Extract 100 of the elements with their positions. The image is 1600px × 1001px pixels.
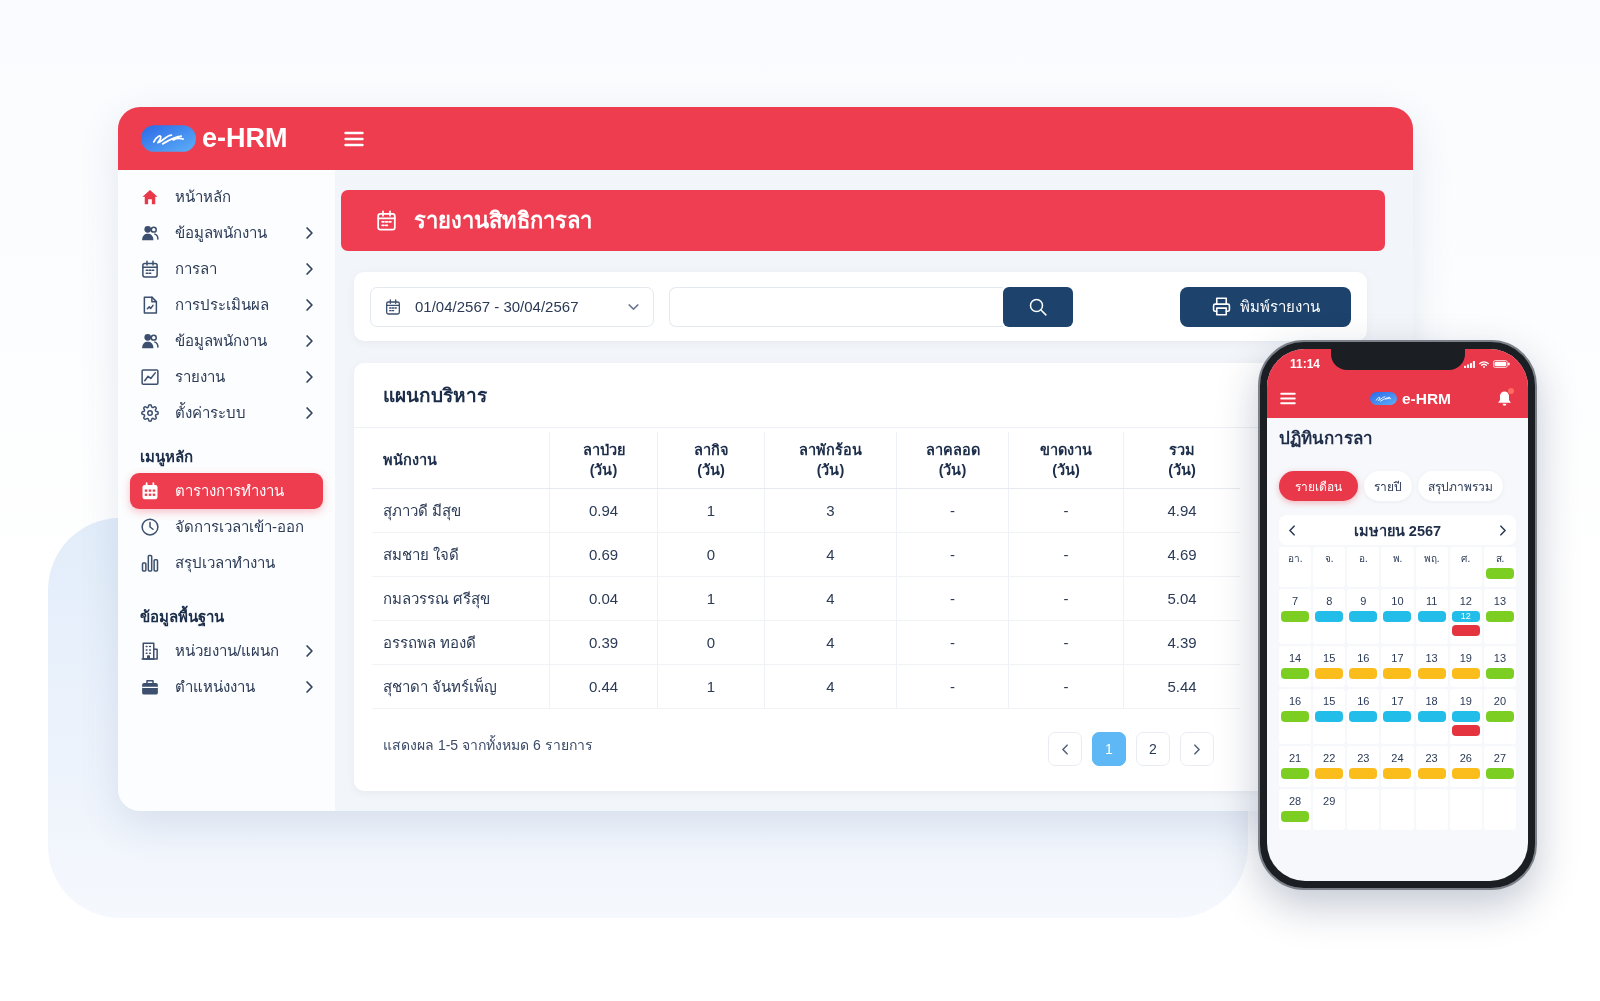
- table-cell: -: [896, 488, 1009, 533]
- chevron-right-icon: [1194, 743, 1200, 755]
- search-field[interactable]: [669, 286, 1003, 327]
- calendar-cell[interactable]: 21: [1279, 746, 1312, 787]
- sidebar-item[interactable]: ตำแหน่งงาน: [130, 669, 323, 705]
- day-number: 23: [1425, 751, 1438, 765]
- column-header: ขาดงาน (วัน): [1008, 432, 1124, 489]
- day-number: 16: [1357, 694, 1370, 708]
- settings-icon: [141, 404, 159, 422]
- day-number: 13: [1493, 651, 1507, 665]
- chevron-right-icon[interactable]: [1500, 524, 1506, 536]
- calendar-cell[interactable]: 13: [1483, 646, 1516, 687]
- tab[interactable]: รายเดือน: [1279, 471, 1358, 501]
- day-number: 15: [1323, 694, 1336, 708]
- day-number: 17: [1391, 694, 1404, 708]
- tab[interactable]: สรุปภาพรวม: [1418, 471, 1503, 501]
- calendar-cell[interactable]: 26: [1449, 746, 1482, 787]
- table-cell: -: [1008, 664, 1124, 709]
- calendar-cell[interactable]: 28: [1279, 789, 1312, 830]
- sidebar-item[interactable]: ข้อมูลพนักงาน: [130, 215, 323, 251]
- menu-icon[interactable]: [343, 130, 364, 147]
- calendar-cell[interactable]: 9: [1347, 589, 1380, 644]
- calendar-icon: [141, 482, 159, 500]
- sidebar-item[interactable]: จัดการเวลาเข้า-ออก: [130, 509, 323, 545]
- table-cell: 4: [764, 576, 897, 621]
- sidebar-item[interactable]: ตารางการทำงาน: [130, 473, 323, 509]
- column-header: ลากิจ (วัน): [657, 432, 765, 489]
- calendar-cell[interactable]: 19: [1449, 689, 1482, 744]
- calendar-cell[interactable]: 18: [1415, 689, 1448, 744]
- status-time: 11:14: [1290, 357, 1321, 371]
- chevron-left-icon[interactable]: [1289, 524, 1295, 536]
- calendar-cell[interactable]: 11: [1415, 589, 1448, 644]
- clock-icon: [141, 518, 159, 536]
- calendar-icon: [141, 260, 159, 278]
- calendar-cell[interactable]: 29: [1313, 789, 1346, 830]
- calendar-cell[interactable]: 16: [1279, 689, 1312, 744]
- calendar-cell[interactable]: 23: [1415, 746, 1448, 787]
- calendar-cell[interactable]: 22: [1313, 746, 1346, 787]
- calendar-cell[interactable]: 16: [1347, 689, 1380, 744]
- table-cell: 4: [764, 664, 897, 709]
- table-cell: สุภาวดี มีสุข: [372, 488, 550, 533]
- table-cell: สมชาย ใจดี: [372, 532, 550, 577]
- calendar-cell[interactable]: 12 12: [1449, 589, 1482, 644]
- weekday-label: พฤ.: [1423, 552, 1440, 565]
- event-marker: 12: [1451, 611, 1480, 622]
- logo-icon: [141, 125, 196, 152]
- table-cell: -: [896, 620, 1009, 665]
- calendar-cell[interactable]: 17: [1381, 689, 1414, 744]
- day-number: 18: [1425, 694, 1438, 708]
- day-number: 13: [1425, 651, 1438, 665]
- menu-icon[interactable]: [1280, 392, 1296, 405]
- print-button[interactable]: พิมพ์รายงาน: [1180, 286, 1351, 327]
- sidebar-item[interactable]: หน้าหลัก: [130, 179, 323, 215]
- table-cell: -: [1008, 532, 1124, 577]
- page-button[interactable]: 2: [1136, 732, 1170, 766]
- sidebar-item[interactable]: รายงาน: [130, 359, 323, 395]
- day-number: 12: [1459, 594, 1472, 608]
- line-chart-icon: [141, 368, 159, 386]
- tab[interactable]: รายปี: [1364, 471, 1412, 501]
- bell-icon[interactable]: [1497, 390, 1512, 407]
- chevron-down-icon: [628, 303, 639, 310]
- calendar-cell[interactable]: 19: [1449, 646, 1482, 687]
- table-cell: 0: [657, 532, 765, 577]
- calendar-cell[interactable]: 27: [1483, 746, 1516, 787]
- sidebar-item[interactable]: การลา: [130, 251, 323, 287]
- calendar-cell[interactable]: 20: [1483, 689, 1516, 744]
- calendar-cell[interactable]: 16: [1347, 646, 1380, 687]
- sidebar-item[interactable]: หน่วยงาน/แผนก: [130, 633, 323, 669]
- calendar-cell[interactable]: 24: [1381, 746, 1414, 787]
- day-number: 21: [1288, 751, 1302, 765]
- sidebar-item[interactable]: ข้อมูลพนักงาน: [130, 323, 323, 359]
- weekday-label: พ.: [1392, 552, 1403, 565]
- calendar-cell[interactable]: 17: [1381, 646, 1414, 687]
- sidebar-item[interactable]: ตั้งค่าระบบ: [130, 395, 323, 431]
- calendar-cell[interactable]: 15: [1313, 646, 1346, 687]
- people-icon: [141, 332, 159, 350]
- table-cell: 0.39: [549, 620, 658, 665]
- calendar-cell[interactable]: 13: [1415, 646, 1448, 687]
- weekday-label: ส.: [1495, 552, 1505, 565]
- day-number: 16: [1288, 694, 1302, 708]
- day-number: 13: [1493, 594, 1507, 608]
- calendar-cell[interactable]: 7: [1279, 589, 1312, 644]
- search-icon: [1029, 297, 1047, 316]
- calendar-cell[interactable]: 13: [1483, 589, 1516, 644]
- sidebar-item[interactable]: การประเมินผล: [130, 287, 323, 323]
- search-button[interactable]: [1003, 286, 1073, 327]
- weekday-label: จ.: [1324, 552, 1334, 565]
- table-cell: สุชาดา จันทร์เพ็ญ: [372, 664, 550, 709]
- sidebar-item[interactable]: สรุปเวลาทำงาน: [130, 545, 323, 581]
- column-header: ลาป่วย (วัน): [549, 432, 658, 489]
- day-number: 29: [1323, 794, 1336, 808]
- date-range-picker[interactable]: 01/04/2567 - 30/04/2567: [370, 286, 654, 327]
- calendar-cell[interactable]: 8: [1313, 589, 1346, 644]
- day-number: 11: [1425, 594, 1438, 608]
- calendar-cell[interactable]: 14: [1279, 646, 1312, 687]
- column-header: รวม (วัน): [1123, 432, 1240, 489]
- calendar-cell[interactable]: 23: [1347, 746, 1380, 787]
- calendar-cell[interactable]: 15: [1313, 689, 1346, 744]
- calendar-cell[interactable]: 10: [1381, 589, 1414, 644]
- wifi-icon: [1479, 360, 1489, 368]
